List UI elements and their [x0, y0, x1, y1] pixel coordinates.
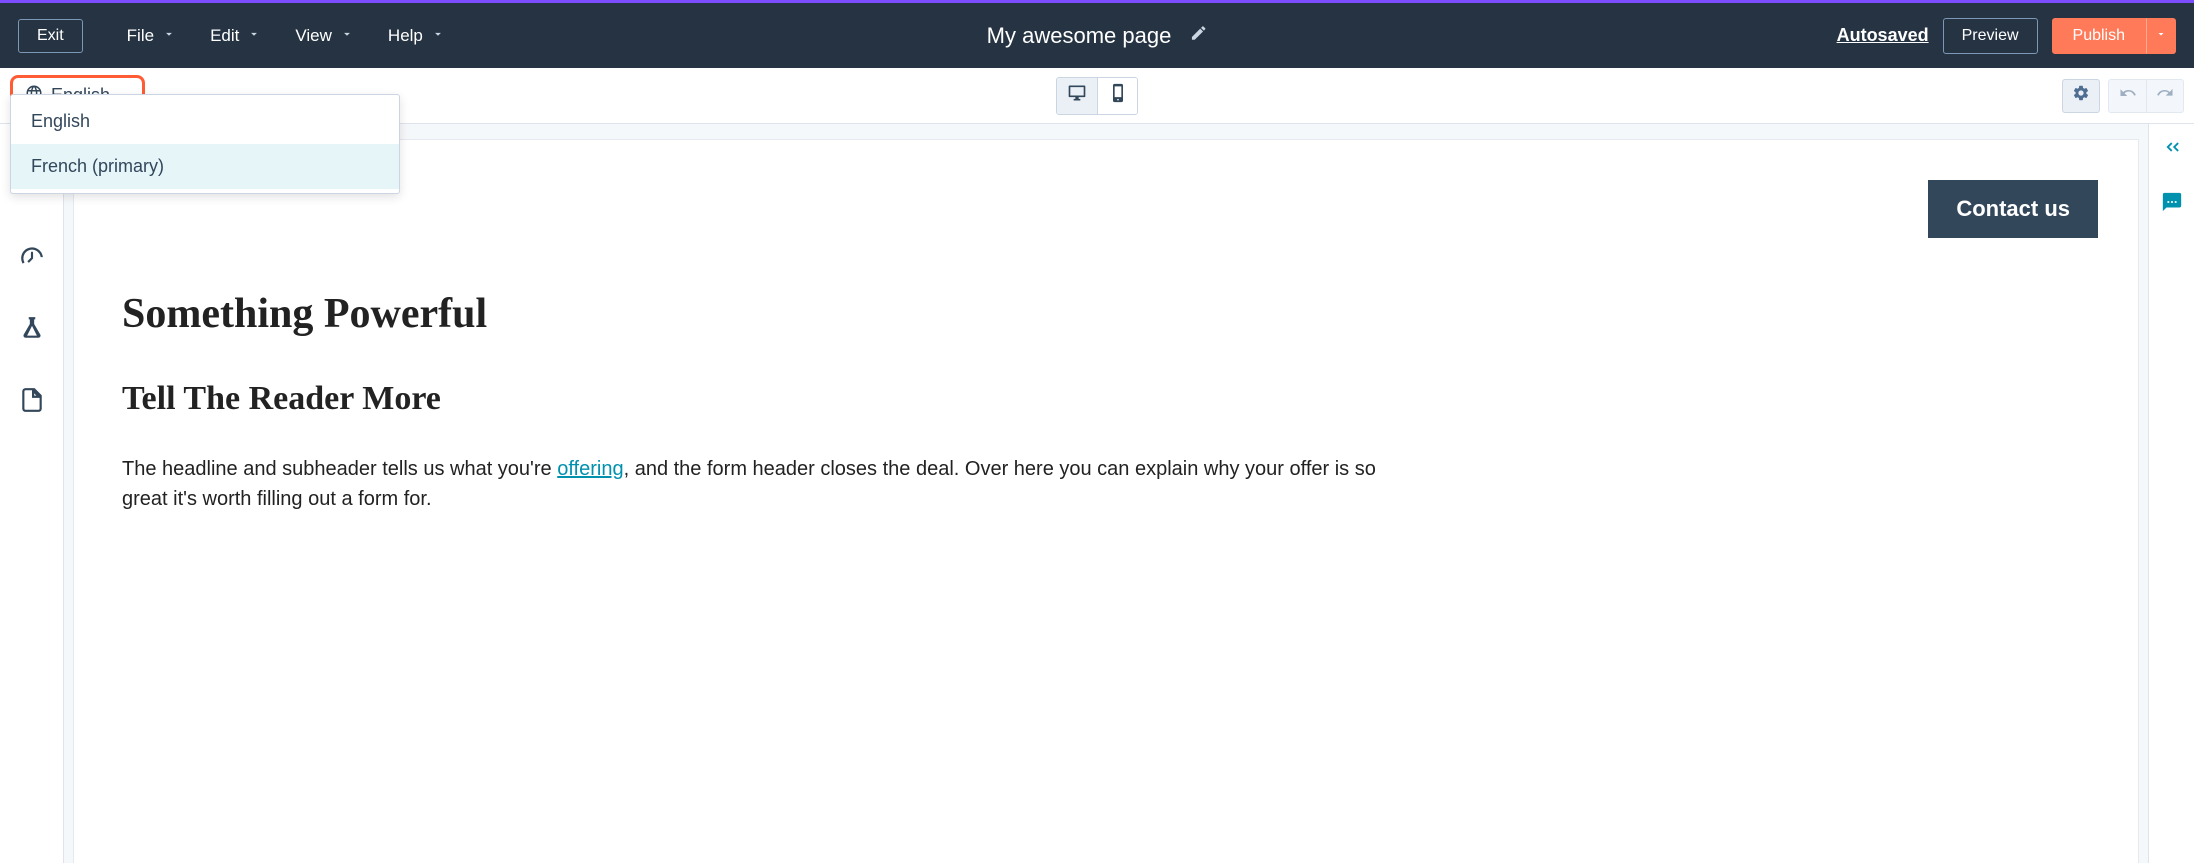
page-title-group: My awesome page [987, 23, 1208, 49]
chevrons-left-icon [2161, 145, 2183, 162]
collapse-rail-button[interactable] [2161, 136, 2183, 163]
content-heading[interactable]: Something Powerful [122, 290, 2090, 338]
menu-help-label: Help [388, 26, 423, 46]
mobile-view-button[interactable] [1097, 78, 1137, 114]
comments-button[interactable] [2161, 191, 2183, 218]
left-sidebar [0, 124, 64, 863]
menu-file[interactable]: File [127, 26, 176, 46]
menu-edit-label: Edit [210, 26, 239, 46]
mobile-icon [1108, 83, 1128, 108]
gear-icon [2072, 84, 2090, 107]
desktop-icon [1067, 83, 1087, 108]
gauge-icon [19, 243, 45, 274]
workspace: Contact us Something Powerful Tell The R… [0, 124, 2194, 863]
sidebar-item-performance[interactable] [18, 244, 46, 272]
top-toolbar: Exit File Edit View Help My awesome page… [0, 3, 2194, 68]
desktop-view-button[interactable] [1057, 78, 1097, 114]
page-canvas[interactable]: Contact us Something Powerful Tell The R… [74, 140, 2138, 863]
page-title: My awesome page [987, 23, 1172, 49]
language-option-english[interactable]: English [11, 99, 399, 144]
subbar-right [2062, 79, 2184, 113]
body-text-pre: The headline and subheader tells us what… [122, 458, 557, 480]
menu-file-label: File [127, 26, 154, 46]
chevron-down-icon [340, 26, 354, 46]
sidebar-item-file[interactable] [18, 388, 46, 416]
chevron-down-icon [162, 26, 176, 46]
chevron-down-icon [431, 26, 445, 46]
chat-icon [2161, 200, 2183, 217]
file-icon [19, 387, 45, 418]
device-toggle [1056, 77, 1138, 115]
exit-button[interactable]: Exit [18, 19, 83, 53]
language-option-french[interactable]: French (primary) [11, 144, 399, 189]
autosaved-status[interactable]: Autosaved [1837, 25, 1929, 46]
canvas-area: Contact us Something Powerful Tell The R… [64, 124, 2148, 863]
edit-title-icon[interactable] [1189, 24, 1207, 47]
publish-button[interactable]: Publish [2052, 18, 2146, 54]
settings-button[interactable] [2062, 79, 2100, 113]
preview-button[interactable]: Preview [1943, 18, 2038, 54]
chevron-down-icon [247, 26, 261, 46]
menu-bar: File Edit View Help [127, 26, 445, 46]
menu-view-label: View [295, 26, 332, 46]
language-dropdown: English French (primary) [10, 94, 400, 194]
content-body[interactable]: The headline and subheader tells us what… [122, 454, 1402, 514]
chevron-down-icon [2155, 28, 2167, 43]
undo-icon [2119, 84, 2137, 107]
body-link[interactable]: offering [557, 458, 623, 480]
flask-icon [19, 315, 45, 346]
right-rail [2148, 124, 2194, 863]
menu-edit[interactable]: Edit [210, 26, 261, 46]
menu-help[interactable]: Help [388, 26, 445, 46]
contact-us-button[interactable]: Contact us [1928, 180, 2098, 238]
publish-dropdown-button[interactable] [2146, 18, 2176, 54]
sidebar-item-test[interactable] [18, 316, 46, 344]
redo-button[interactable] [2146, 79, 2184, 113]
redo-icon [2156, 84, 2174, 107]
undo-button[interactable] [2108, 79, 2146, 113]
content-subheading[interactable]: Tell The Reader More [122, 380, 2090, 418]
menu-view[interactable]: View [295, 26, 354, 46]
topbar-right: Autosaved Preview Publish [1837, 18, 2176, 54]
undo-redo-group [2108, 79, 2184, 113]
publish-group: Publish [2052, 18, 2176, 54]
